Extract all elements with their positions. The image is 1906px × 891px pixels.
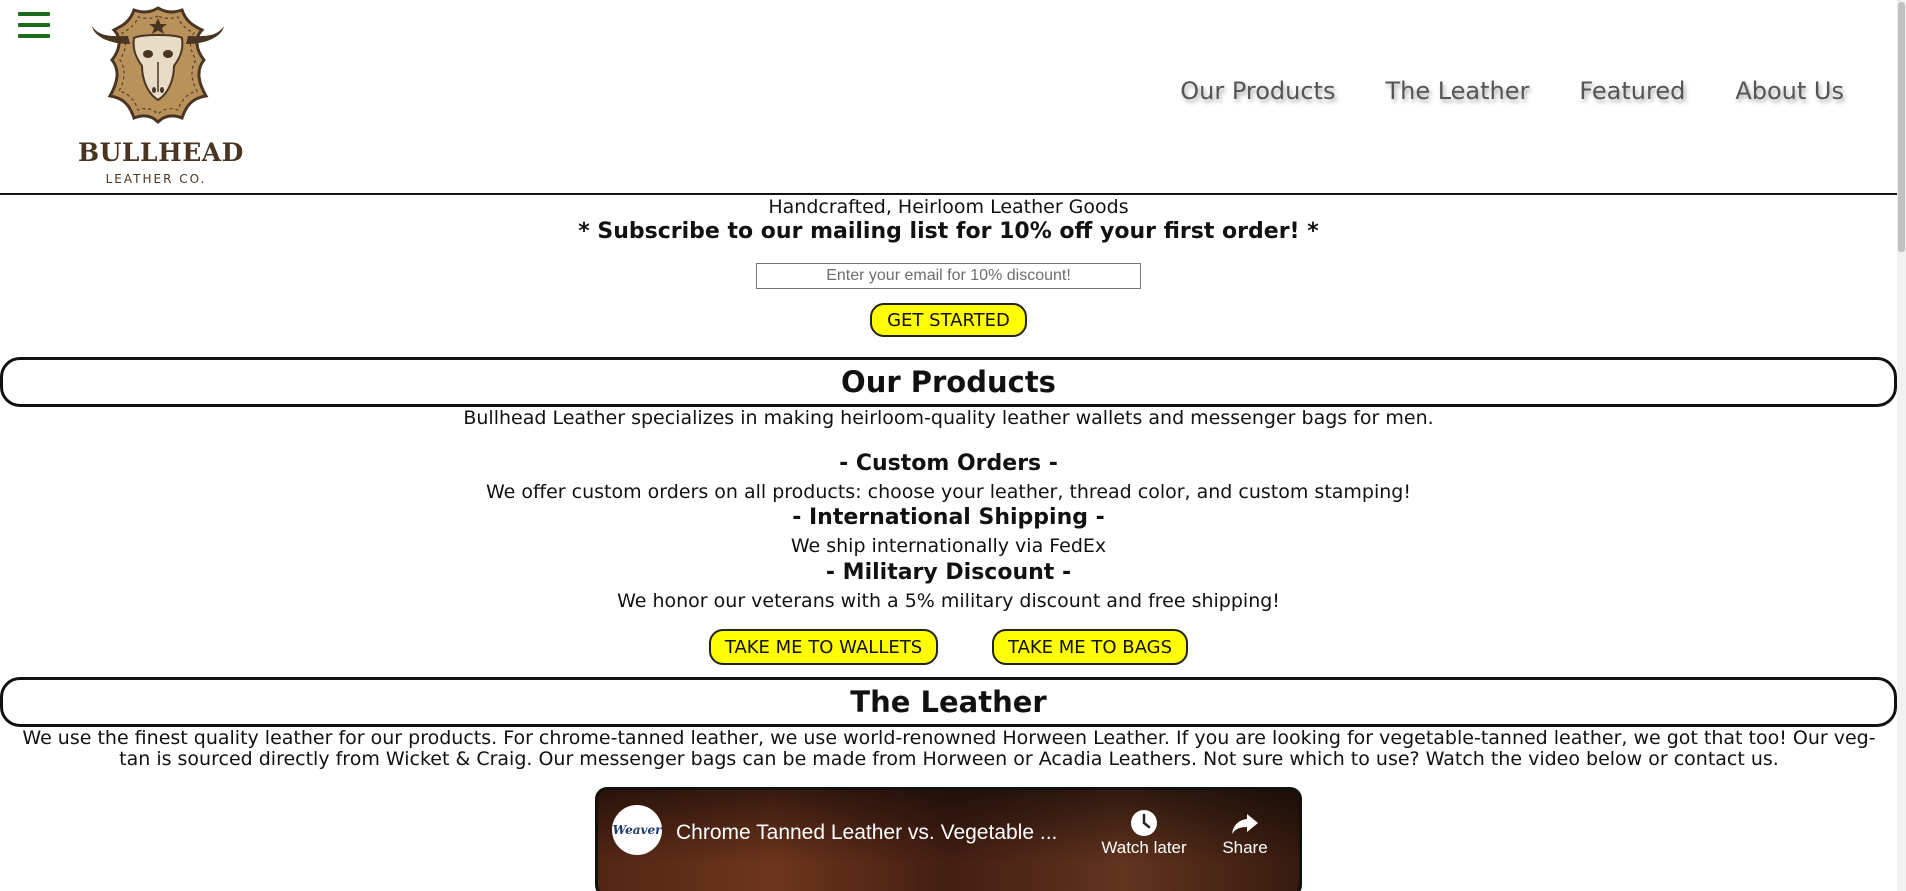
brand-name: BULLHEAD <box>78 138 244 167</box>
share-label: Share <box>1222 838 1268 857</box>
main-nav: Our Products The Leather Featured About … <box>1180 77 1844 105</box>
page: BULLHEAD LEATHER CO. Our Products The Le… <box>0 0 1906 891</box>
subscribe-headline: * Subscribe to our mailing list for 10% … <box>578 219 1319 244</box>
nav-the-leather[interactable]: The Leather <box>1385 77 1529 105</box>
watch-later-label: Watch later <box>1101 838 1187 857</box>
feature-title-military-discount: - Military Discount - <box>825 560 1072 585</box>
hamburger-bar <box>18 34 50 38</box>
section-heading-our-products: Our Products <box>0 357 1897 407</box>
scrollbar-thumb[interactable] <box>1898 2 1905 252</box>
youtube-video-embed[interactable]: Weaver Chrome Tanned Leather vs. Vegetab… <box>595 787 1302 891</box>
nav-our-products[interactable]: Our Products <box>1180 77 1335 105</box>
hamburger-menu-icon[interactable] <box>18 12 50 38</box>
section-heading-the-leather: The Leather <box>0 677 1897 727</box>
get-started-button[interactable]: GET STARTED <box>870 303 1027 337</box>
share-arrow-icon <box>1232 814 1258 834</box>
feature-text-custom-orders: We offer custom orders on all products: … <box>486 481 1411 503</box>
hamburger-bar <box>18 12 50 16</box>
channel-avatar[interactable]: Weaver <box>612 805 662 855</box>
leather-description: We use the finest quality leather for ou… <box>22 727 1876 770</box>
nav-featured[interactable]: Featured <box>1579 77 1685 105</box>
feature-title-international-shipping: - International Shipping - <box>792 505 1105 530</box>
take-me-to-wallets-button[interactable]: TAKE ME TO WALLETS <box>709 629 938 665</box>
video-title[interactable]: Chrome Tanned Leather vs. Vegetable ... <box>676 821 1096 845</box>
hamburger-bar <box>18 23 50 27</box>
watch-later-button[interactable]: Watch later <box>1096 808 1192 858</box>
take-me-to-bags-button[interactable]: TAKE ME TO BAGS <box>992 629 1188 665</box>
feature-title-custom-orders: - Custom Orders - <box>839 451 1058 476</box>
tagline: Handcrafted, Heirloom Leather Goods <box>768 196 1129 218</box>
brand-subtitle: LEATHER CO. <box>105 172 207 186</box>
feature-text-military-discount: We honor our veterans with a 5% military… <box>617 590 1280 612</box>
share-button[interactable]: Share <box>1212 808 1278 858</box>
products-intro: Bullhead Leather specializes in making h… <box>463 407 1434 429</box>
feature-text-international-shipping: We ship internationally via FedEx <box>790 535 1107 557</box>
clock-icon <box>1131 810 1157 836</box>
page-scrollbar[interactable] <box>1897 0 1906 891</box>
nav-about-us[interactable]: About Us <box>1735 77 1844 105</box>
email-input[interactable] <box>756 263 1141 289</box>
header-divider <box>0 193 1897 195</box>
